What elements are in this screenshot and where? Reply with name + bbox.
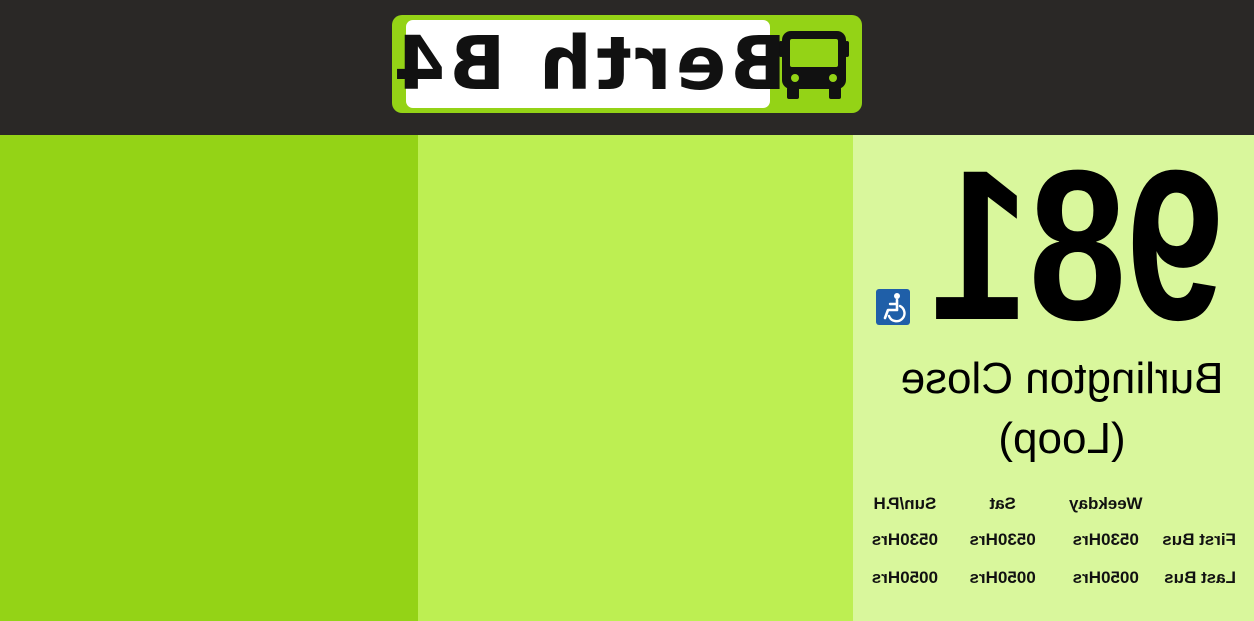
timetable-header-row: Weekday Sat Sun/P.H — [856, 487, 1236, 521]
first-bus-weekday: 0530Hrs — [1072, 530, 1139, 549]
timetable: Weekday Sat Sun/P.H First Bus 0530Hrs 05… — [856, 487, 1236, 597]
last-bus-weekday: 0050Hrs — [1072, 568, 1139, 587]
timetable-column-weekday: Weekday — [1069, 494, 1143, 513]
destination-line-1: Burlington Close — [900, 354, 1224, 403]
berth-label: Berth B4 — [389, 21, 787, 107]
first-bus-sat: 0530Hrs — [969, 530, 1036, 549]
table-row: First Bus 0530Hrs 0530Hrs 0530Hrs — [856, 521, 1236, 559]
last-bus-sun: 0050Hrs — [871, 568, 938, 587]
blank-route-panel-right — [0, 135, 418, 621]
timetable-column-sat: Sat — [989, 494, 1016, 513]
last-bus-sat: 0050Hrs — [969, 568, 1036, 587]
destination-line-2: (Loop) — [998, 414, 1126, 463]
first-bus-sun: 0530Hrs — [871, 530, 938, 549]
row-label-first-bus: First Bus — [1162, 530, 1236, 549]
timetable-column-sun: Sun/P.H — [873, 494, 937, 513]
sign-header: Berth B4 — [0, 0, 1254, 135]
wheelchair-icon — [876, 289, 910, 325]
route-number: 981 — [931, 126, 1224, 365]
bus-icon — [778, 25, 850, 103]
route-info-panel: 981 Burlington Close (Loop) Weekday Sat … — [853, 126, 1254, 621]
bus-stop-sign: Berth B4 981 Burlington Close (Loop) Wee… — [0, 0, 1254, 621]
row-label-last-bus: Last Bus — [1164, 568, 1236, 587]
berth-label-box: Berth B4 — [390, 20, 786, 108]
blank-route-panel-middle — [418, 135, 853, 621]
destination: Burlington Close (Loop) — [870, 349, 1254, 469]
timetable-corner — [1160, 487, 1236, 521]
table-row: Last Bus 0050Hrs 0050Hrs 0050Hrs — [856, 559, 1236, 597]
berth-badge: Berth B4 — [390, 15, 862, 113]
